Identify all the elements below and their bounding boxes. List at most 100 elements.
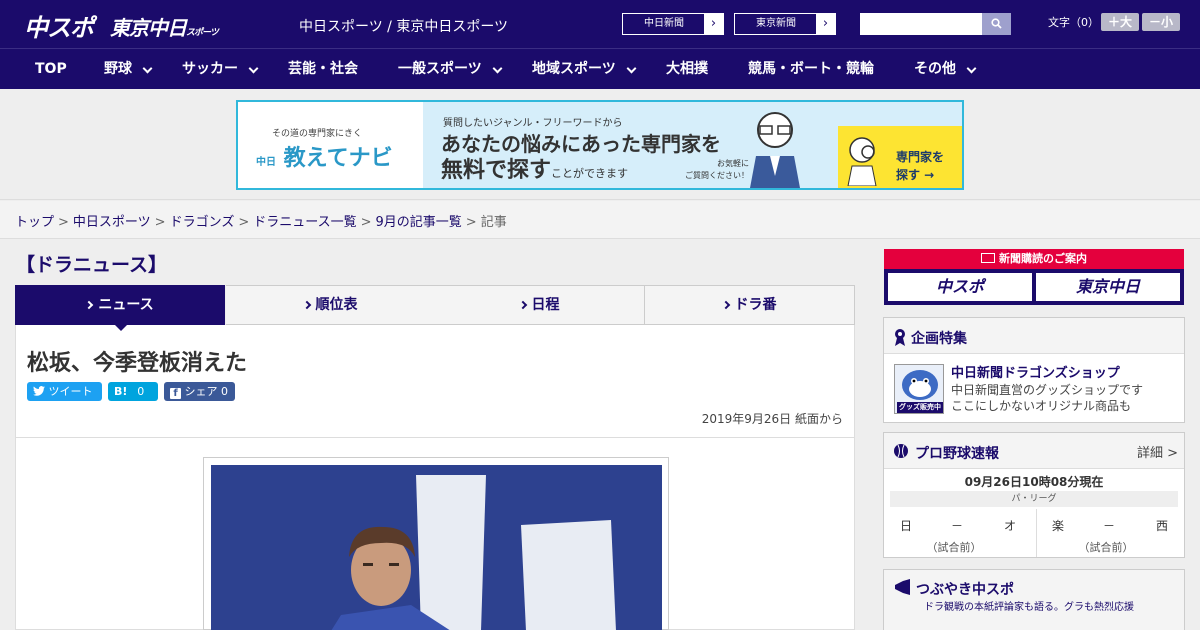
tab-label: 日程 bbox=[531, 297, 560, 313]
tab-dora-ban[interactable]: ドラ番 bbox=[645, 285, 855, 325]
chevron-down-icon bbox=[492, 63, 503, 74]
banner-copy-panel: 質問したいジャンル・フリーワードから あなたの悩みにあった専門家を 無料で探すこ… bbox=[423, 102, 828, 188]
businessman-illustration-icon bbox=[750, 112, 800, 188]
chuspo-logo[interactable]: 中スポ bbox=[24, 8, 94, 43]
dragons-shop-thumbnail[interactable]: グッズ販売中 bbox=[894, 364, 944, 414]
chevron-down-icon bbox=[248, 63, 259, 74]
nav-label: 野球 bbox=[104, 61, 132, 77]
breadcrumb-bar: トップ > 中日スポーツ > ドラゴンズ > ドラニュース一覧 >9月の記事一覧 > 記事 bbox=[0, 201, 1200, 239]
newspaper-icon bbox=[981, 253, 995, 263]
chevron-right-icon: › bbox=[704, 14, 723, 34]
font-smaller-button[interactable]: －小 bbox=[1142, 13, 1180, 31]
game-1-team1: 日 bbox=[900, 519, 913, 533]
chevron-down-icon bbox=[142, 63, 153, 74]
site-title: 中日スポーツ / 東京中日スポーツ bbox=[299, 19, 509, 35]
banner-brand-panel: その道の専門家にきく 中日 教えてナビ bbox=[238, 102, 423, 188]
breadcrumb-separator: > bbox=[360, 215, 372, 230]
tab-label: ニュース bbox=[98, 297, 154, 313]
subscription-box: 新聞購読のご案内 中スポ 東京中日 bbox=[884, 249, 1184, 305]
article-headline: 松坂、今季登板消えた bbox=[27, 351, 248, 376]
nav-item-racing[interactable]: 競馬・ボート・競輪 bbox=[748, 49, 874, 89]
hatena-count: 0 bbox=[137, 385, 145, 398]
chevron-down-icon bbox=[966, 63, 977, 74]
breadcrumb-separator: > bbox=[465, 215, 477, 230]
subscription-title[interactable]: 新聞購読のご案内 bbox=[884, 249, 1184, 269]
tsubuyaki-subtitle: ドラ観戦の本紙評論家も語る。グラも熱烈応援 bbox=[924, 602, 1134, 613]
chevron-down-icon bbox=[626, 63, 637, 74]
nav-item-top[interactable]: TOP bbox=[35, 49, 67, 89]
nav-item-local-sports[interactable]: 地域スポーツ bbox=[532, 49, 637, 89]
breadcrumb-separator: > bbox=[238, 215, 250, 230]
tokyo-logo-sub: スポーツ bbox=[186, 28, 219, 38]
shop-desc-line1: 中日新聞直営のグッズショップです bbox=[951, 383, 1144, 397]
scores-card-title: プロ野球速報 bbox=[915, 446, 999, 462]
nav-item-general-sports[interactable]: 一般スポーツ bbox=[398, 49, 503, 89]
baseball-icon bbox=[894, 444, 908, 458]
breadcrumb-link-chuspo[interactable]: 中日スポーツ bbox=[73, 215, 151, 230]
font-bigger-button[interactable]: ＋大 bbox=[1101, 13, 1139, 31]
shop-title-link[interactable]: 中日新聞ドラゴンズショップ bbox=[951, 362, 1120, 381]
breadcrumb-separator: > bbox=[58, 215, 69, 230]
ad-area: その道の専門家にきく 中日 教えてナビ 質問したいジャンル・フリーワードから あ… bbox=[0, 89, 1200, 200]
breadcrumb: トップ > 中日スポーツ > ドラゴンズ > ドラニュース一覧 >9月の記事一覧 > 記事 bbox=[15, 211, 507, 230]
shop-desc-line2: ここにしかないオリジナル商品も bbox=[951, 399, 1132, 413]
chevron-right-icon bbox=[721, 300, 730, 310]
chunichi-shimbun-link[interactable]: 中日新聞 › bbox=[622, 13, 724, 35]
hatena-bookmark-button[interactable]: B! 0 bbox=[108, 382, 158, 401]
megaphone-icon bbox=[895, 579, 910, 595]
nav-label: 大相撲 bbox=[666, 61, 708, 77]
subscription-title-text: 新聞購読のご案内 bbox=[999, 252, 1087, 265]
tab-schedule[interactable]: 日程 bbox=[435, 285, 645, 325]
article: 松坂、今季登板消えた ツイート B! 0 f シェア 0 2019年9月26日 … bbox=[15, 325, 855, 630]
breadcrumb-link-dragons[interactable]: ドラゴンズ bbox=[170, 215, 235, 230]
chevron-right-icon bbox=[302, 300, 311, 310]
banner-line3-small: ことができます bbox=[551, 167, 629, 180]
chevron-right-icon: › bbox=[816, 14, 835, 34]
search-button[interactable] bbox=[982, 13, 1011, 35]
article-photo[interactable] bbox=[211, 465, 662, 630]
nav-item-others[interactable]: その他 bbox=[914, 49, 977, 89]
breadcrumb-link-top[interactable]: トップ bbox=[15, 215, 54, 230]
tweet-label: ツイート bbox=[48, 385, 93, 398]
subscribe-tokyo-chunichi-button[interactable]: 東京中日 bbox=[1036, 273, 1180, 301]
search-input[interactable] bbox=[860, 13, 982, 35]
banner-cta-area: 専門家を 探す → bbox=[838, 126, 962, 188]
search-icon bbox=[991, 18, 1002, 29]
scores-timestamp: 09月26日10時08分現在 bbox=[964, 475, 1104, 489]
nav-item-sumo[interactable]: 大相撲 bbox=[666, 49, 708, 89]
scores-detail-link[interactable]: 詳細 > bbox=[1137, 442, 1178, 461]
oshiete-navi-banner[interactable]: その道の専門家にきく 中日 教えてナビ 質問したいジャンル・フリーワードから あ… bbox=[236, 100, 964, 190]
chevron-right-icon bbox=[518, 300, 527, 310]
hatena-b-icon: B! bbox=[114, 385, 128, 398]
game-1-status: （試合前） bbox=[926, 541, 982, 554]
nav-label: 一般スポーツ bbox=[398, 61, 482, 77]
tab-news[interactable]: ニュース bbox=[15, 285, 225, 325]
divider bbox=[16, 437, 854, 438]
tsubuyaki-card-header: つぶやき中スポ ドラ観戦の本紙評論家も語る。グラも熱烈応援 bbox=[884, 570, 1184, 630]
game-2-status: （試合前） bbox=[1078, 541, 1134, 554]
tokyo-shimbun-link[interactable]: 東京新聞 › bbox=[734, 13, 836, 35]
nav-item-soccer[interactable]: サッカー bbox=[182, 49, 259, 89]
breadcrumb-link-dranews[interactable]: ドラニュース一覧 bbox=[253, 215, 356, 230]
nav-item-baseball[interactable]: 野球 bbox=[104, 49, 153, 89]
breadcrumb-link-september[interactable]: 9月の記事一覧 bbox=[376, 215, 462, 230]
game-1-score: － bbox=[951, 519, 964, 533]
shop-description: 中日新聞直営のグッズショップです ここにしかないオリジナル商品も bbox=[951, 382, 1143, 414]
game-2-score: － bbox=[1103, 519, 1116, 533]
scores-card-header: プロ野球速報 詳細 > bbox=[884, 433, 1184, 469]
nav-item-entertainment[interactable]: 芸能・社会 bbox=[288, 49, 358, 89]
tab-label: 順位表 bbox=[315, 297, 358, 313]
tsubuyaki-title[interactable]: つぶやき中スポ bbox=[916, 579, 1014, 599]
banner-cta-text: 専門家を 探す → bbox=[896, 150, 945, 182]
tokyo-chunichi-logo[interactable]: 東京中日スポーツ bbox=[110, 12, 219, 41]
subscribe-chuspo-button[interactable]: 中スポ bbox=[888, 273, 1032, 301]
tab-standings[interactable]: 順位表 bbox=[226, 285, 436, 325]
banner-line3: 無料で探すことができます bbox=[441, 152, 628, 184]
section-tabs: ニュース 順位表 日程 ドラ番 bbox=[15, 285, 855, 325]
banner-brand-name: 教えてナビ bbox=[283, 146, 393, 171]
banner-brand: 中日 教えてナビ bbox=[256, 140, 393, 172]
facebook-share-button[interactable]: f シェア 0 bbox=[164, 382, 235, 401]
feature-card-title: 企画特集 bbox=[911, 331, 967, 347]
tweet-button[interactable]: ツイート bbox=[27, 382, 102, 401]
feature-card: 企画特集 グッズ販売中 中日新聞ドラゴンズショップ 中日新聞直営のグッズショップ… bbox=[883, 317, 1185, 423]
